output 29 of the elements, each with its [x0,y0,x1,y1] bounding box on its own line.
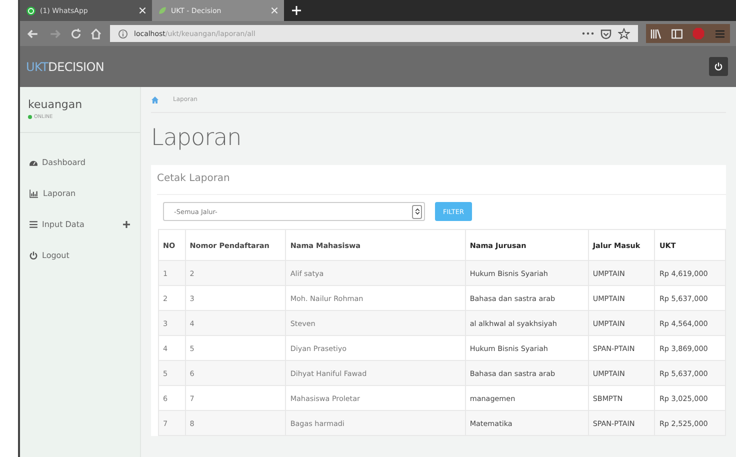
home-icon[interactable] [90,28,102,40]
sidebar-item[interactable]: Input Data [20,216,140,233]
power-icon [29,251,38,260]
sidebar-item[interactable]: Dashboard [20,154,140,171]
library-icon[interactable] [650,28,662,40]
sidebar-item[interactable]: Logout [20,247,140,264]
new-tab-icon[interactable] [292,6,301,15]
power-icon [714,62,723,71]
sidebar-item[interactable]: Laporan [20,185,140,202]
close-icon[interactable] [271,7,278,14]
dashboard-icon [29,158,38,167]
info-icon [118,28,128,38]
status-dot [28,115,32,119]
star-icon[interactable] [618,28,630,40]
panel-title: Cetak Laporan [157,165,726,195]
plus-icon[interactable] [123,221,130,228]
caret-icon [414,208,420,215]
chart-icon [29,189,39,198]
close-icon[interactable] [139,7,146,14]
power-button[interactable] [709,57,728,76]
app-logo[interactable]: UKTDECISION [26,60,104,74]
more-icon[interactable] [582,31,594,36]
user-name: keuangan [28,98,84,111]
menu-icon [29,220,38,229]
page-title: Laporan [151,125,242,151]
reload-icon[interactable] [70,28,82,40]
sidebar-icon[interactable] [671,28,683,40]
leaf-icon [158,6,167,15]
chat-icon [26,6,36,16]
